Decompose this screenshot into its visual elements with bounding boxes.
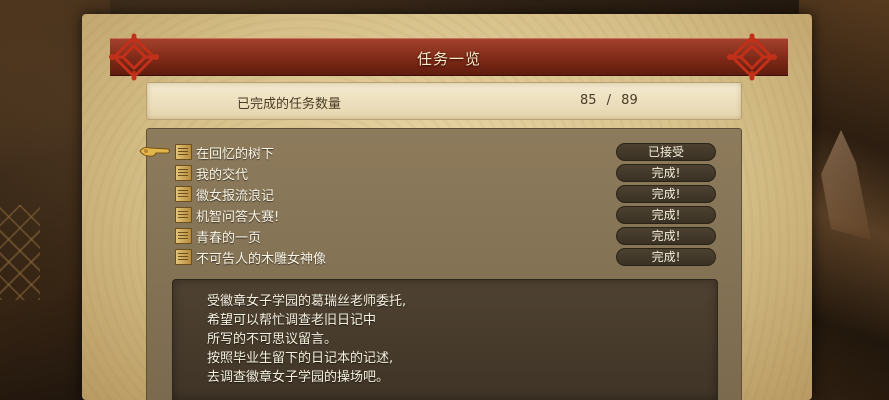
wooden-lattice [0,205,40,300]
quest-status-badge: 完成! [616,248,716,266]
description-line: 所写的不可思议留言。 [207,332,338,347]
window-title: 任务一览 [416,50,481,68]
quest-status-badge: 已接受 [616,143,716,161]
celtic-knot-ornament-icon [726,33,778,81]
quest-name: 徽女报流浪记 [196,189,275,204]
completed-count-bar: 已完成的任务数量 85 / 89 [146,82,742,120]
scroll-icon [175,144,192,160]
pointing-hand-icon [138,142,172,160]
description-line: 去调查徽章女子学园的操场吧。 [207,370,390,385]
quest-name: 不可告人的木雕女神像 [196,252,327,267]
scroll-icon [175,165,192,181]
quest-status-badge: 完成! [616,206,716,224]
quest-row[interactable]: 徽女报流浪记 完成! [175,184,735,204]
scroll-icon [175,186,192,202]
quest-row[interactable]: 我的交代 完成! [175,163,735,183]
quest-name: 机智问答大赛! [196,210,280,225]
description-line: 按照毕业生留下的日记本的记述, [207,351,394,366]
completed-count-value: 85 / 89 [580,93,638,108]
quest-row[interactable]: 不可告人的木雕女神像 完成! [175,247,735,267]
quest-status-badge: 完成! [616,164,716,182]
quest-status-badge: 完成! [616,185,716,203]
title-banner: 任务一览 [110,38,788,76]
quest-name: 青春的一页 [196,231,262,246]
scroll-icon [175,207,192,223]
quest-name: 在回忆的树下 [196,147,275,162]
scroll-icon [175,249,192,265]
quest-name: 我的交代 [196,168,249,183]
quest-row[interactable]: 青春的一页 完成! [175,226,735,246]
quest-description: 受徽章女子学园的葛瑞丝老师委托, 希望可以帮忙调查老旧日记中 所写的不可思议留言… [172,279,718,400]
completed-count-label: 已完成的任务数量 [237,97,342,112]
quest-status-badge: 完成! [616,227,716,245]
celtic-knot-ornament-icon [108,33,160,81]
scroll-icon [175,228,192,244]
description-line: 希望可以帮忙调查老旧日记中 [207,313,377,328]
quest-row[interactable]: 在回忆的树下 已接受 [175,142,735,162]
quest-row[interactable]: 机智问答大赛! 完成! [175,205,735,225]
description-line: 受徽章女子学园的葛瑞丝老师委托, [207,294,407,309]
